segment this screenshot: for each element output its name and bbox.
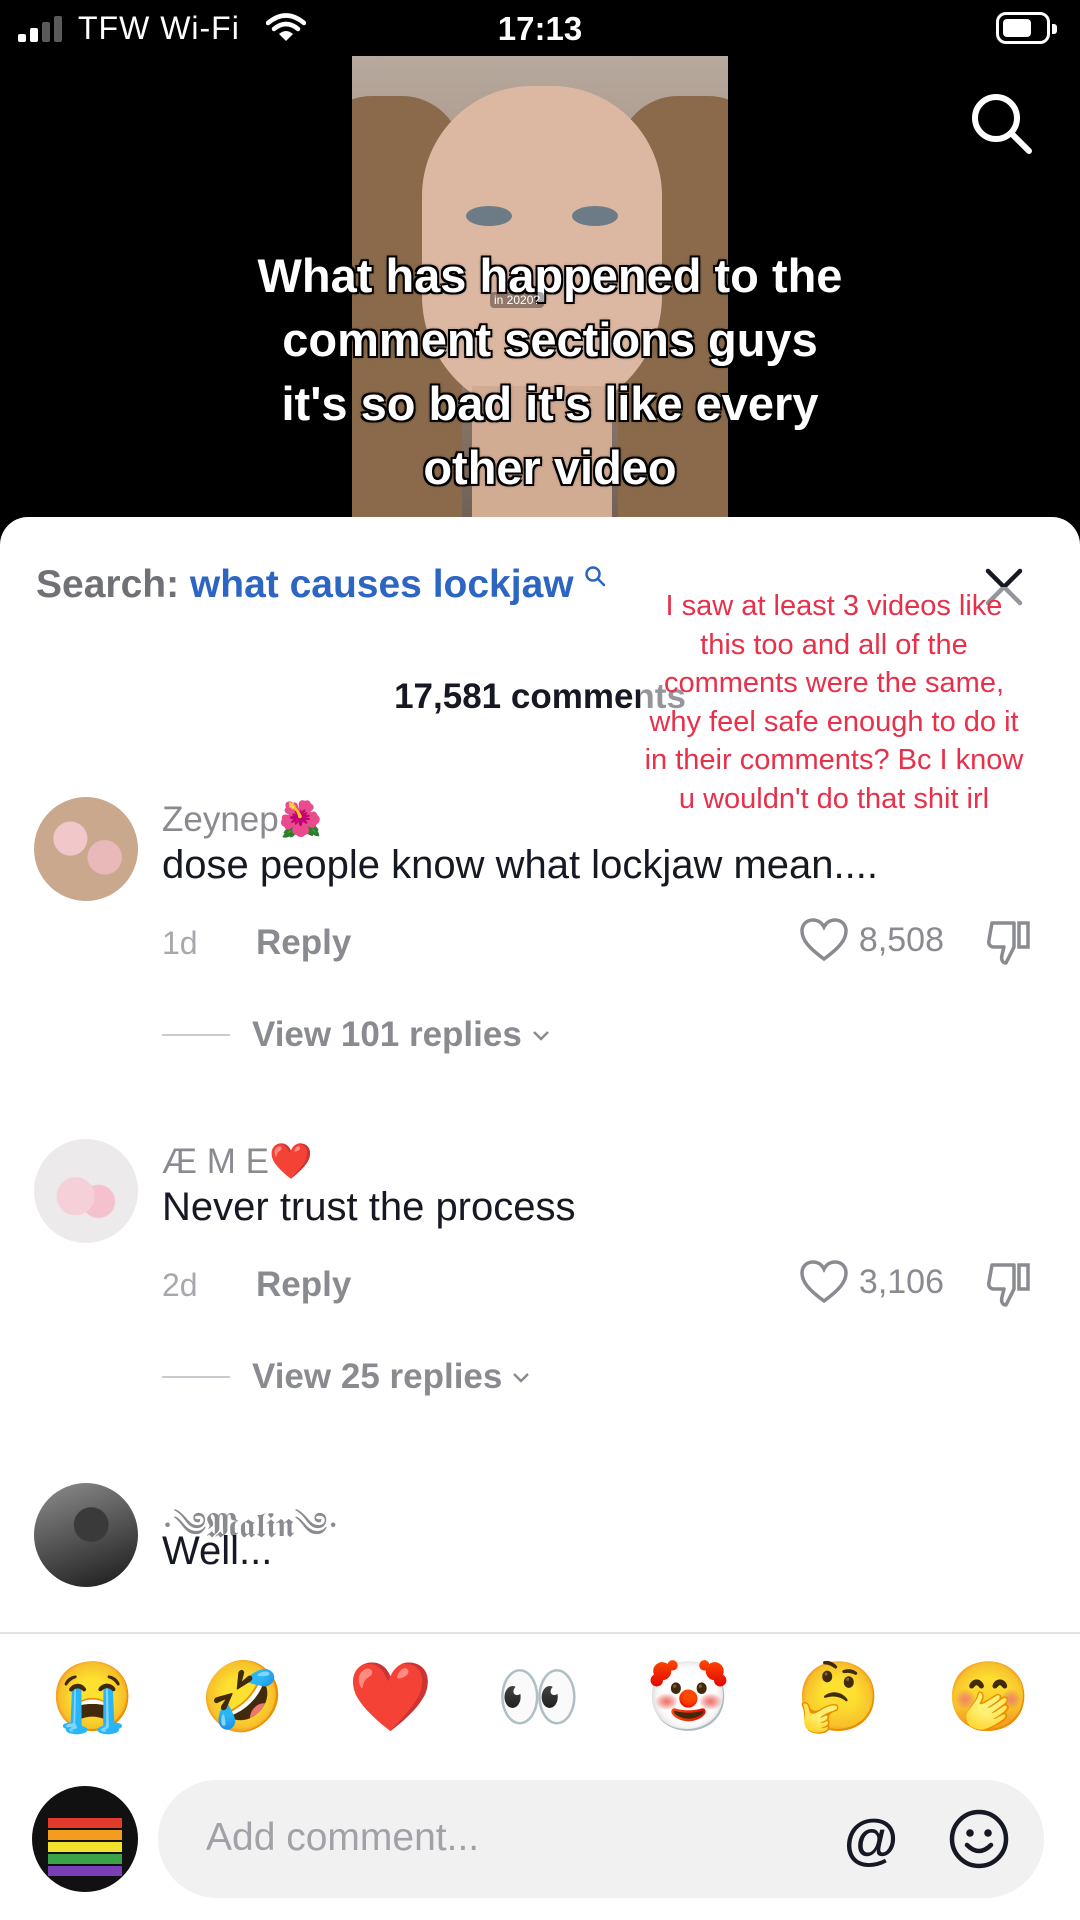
- chevron-down-icon: [513, 1373, 530, 1383]
- chevron-down-icon: [532, 1031, 549, 1041]
- dislike-icon[interactable]: [984, 917, 1034, 967]
- video-sticker: in 2020?: [490, 292, 545, 308]
- search-mini-icon: [585, 566, 606, 587]
- comment-time: 2d: [162, 1267, 198, 1303]
- reply-button[interactable]: Reply: [256, 923, 351, 963]
- comment-text: dose people know what lockjaw mean....: [162, 843, 878, 887]
- status-bar: TFW Wi-Fi 17:13: [0, 0, 1080, 56]
- comment-author[interactable]: Æ M E❤️: [162, 1141, 313, 1182]
- emoji-thinking[interactable]: 🤔: [796, 1655, 881, 1739]
- emoji-rofl[interactable]: 🤣: [200, 1655, 285, 1739]
- reply-button[interactable]: Reply: [256, 1265, 351, 1305]
- avatar[interactable]: [34, 797, 138, 901]
- emoji-hand-over-mouth[interactable]: 🤭: [946, 1655, 1031, 1739]
- comment-time: 1d: [162, 925, 198, 961]
- comment-input[interactable]: Add comment... @: [158, 1780, 1044, 1898]
- heart-icon: [800, 918, 848, 962]
- view-replies-label: View 101 replies: [252, 1015, 522, 1054]
- video-caption: What has happened to the comment section…: [257, 249, 843, 494]
- view-replies-button[interactable]: View 25 replies: [162, 1357, 532, 1397]
- emoji-heart[interactable]: ❤️: [348, 1655, 433, 1739]
- mention-icon[interactable]: @: [840, 1808, 902, 1870]
- overlay-note: I saw at least 3 videos like this too an…: [640, 587, 1028, 818]
- comment-text: Well...: [162, 1529, 273, 1573]
- search-icon[interactable]: [966, 88, 1036, 158]
- divider: [0, 1632, 1080, 1634]
- search-suggestion[interactable]: Search: what causes lockjaw: [36, 563, 606, 607]
- comment-author[interactable]: Zeynep🌺: [162, 799, 322, 840]
- battery-icon: [996, 12, 1057, 44]
- search-prefix: Search:: [36, 563, 180, 606]
- dislike-icon[interactable]: [984, 1259, 1034, 1309]
- like-button[interactable]: 3,106: [799, 1259, 944, 1305]
- view-replies-button[interactable]: View 101 replies: [162, 1015, 552, 1055]
- emoji-loudly-crying[interactable]: 😭: [50, 1655, 135, 1739]
- view-replies-label: View 25 replies: [252, 1357, 503, 1396]
- emoji-clown[interactable]: 🤡: [646, 1655, 731, 1739]
- like-count: 3,106: [858, 1262, 944, 1301]
- search-query-link[interactable]: what causes lockjaw: [190, 563, 574, 606]
- avatar[interactable]: [34, 1483, 138, 1587]
- like-button[interactable]: 8,508: [799, 917, 944, 963]
- like-count: 8,508: [858, 920, 944, 959]
- user-avatar[interactable]: [32, 1786, 138, 1892]
- emoji-eyes[interactable]: 👀: [496, 1655, 581, 1739]
- emoji-picker-icon[interactable]: [948, 1808, 1010, 1870]
- clock: 17:13: [497, 10, 583, 47]
- comment-input-row: Add comment... @: [0, 1780, 1080, 1900]
- heart-icon: [800, 1260, 848, 1304]
- comment-input-placeholder: Add comment...: [206, 1816, 480, 1859]
- avatar[interactable]: [34, 1139, 138, 1243]
- comment-text: Never trust the process: [162, 1185, 576, 1229]
- emoji-bar: 😭 🤣 ❤️ 👀 🤡 🤔 🤭: [0, 1655, 1080, 1749]
